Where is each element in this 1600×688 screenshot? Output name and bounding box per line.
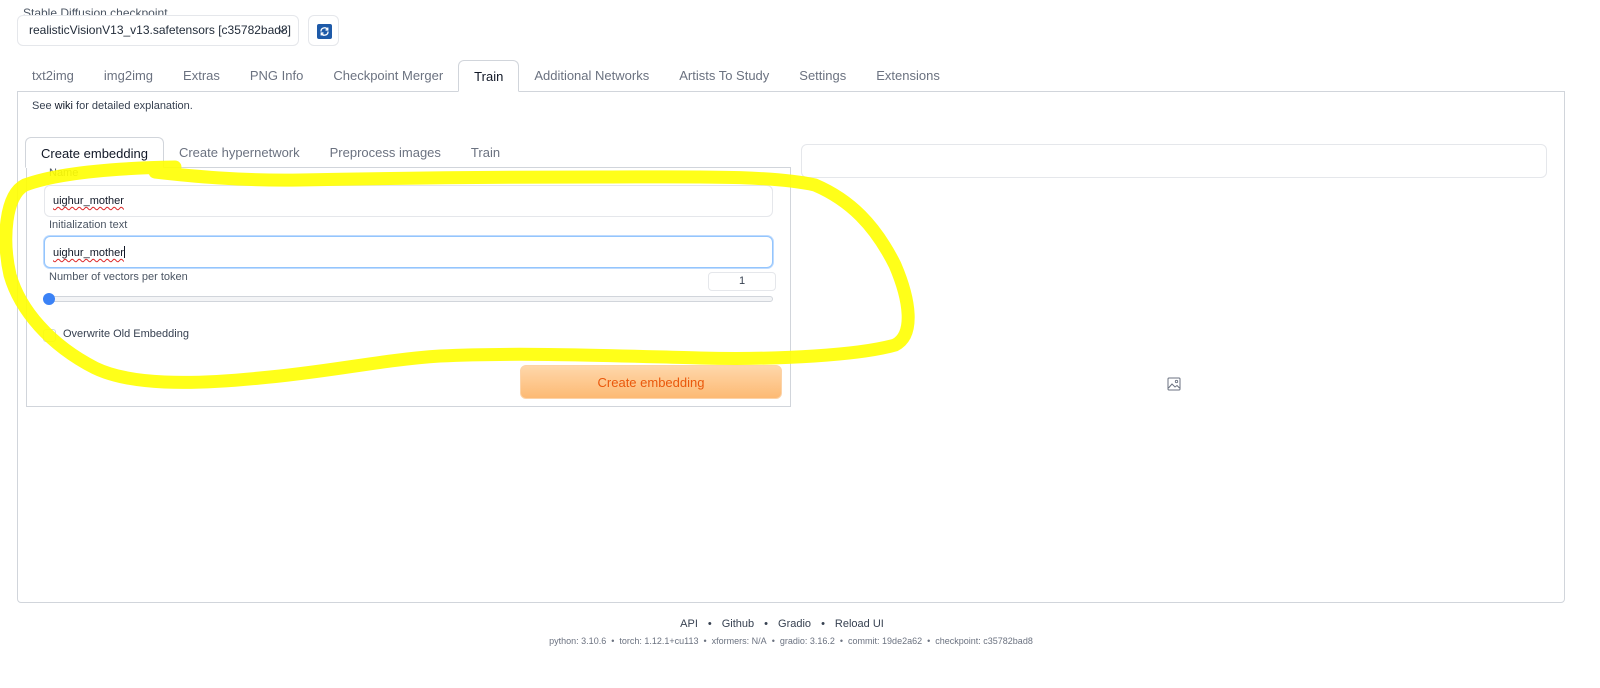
tab-extensions[interactable]: Extensions [861, 60, 955, 92]
wiki-link[interactable]: wiki [55, 100, 73, 112]
footer-links: API • Github • Gradio • Reload UI [0, 618, 1564, 630]
footer-separator: • [821, 618, 825, 630]
tab-preprocess-images[interactable]: Preprocess images [315, 137, 456, 168]
checkpoint-value: realisticVisionV13_v13.safetensors [c357… [29, 23, 291, 37]
gradio-version: gradio: 3.16.2 [779, 636, 835, 646]
tab-create-embedding[interactable]: Create embedding [25, 137, 164, 168]
footer-separator: • [927, 636, 931, 646]
footer-github-link[interactable]: Github [722, 618, 754, 630]
footer-version-info: python: 3.10.6 • torch: 1.12.1+cu113 • xform… [0, 636, 1582, 646]
chevron-down-icon [277, 27, 287, 33]
footer-separator: • [611, 636, 615, 646]
refresh-checkpoint-button[interactable] [308, 15, 339, 46]
tab-img2img[interactable]: img2img [89, 60, 168, 92]
tab-txt2img[interactable]: txt2img [17, 60, 89, 92]
init-text-value: uighur_mother [53, 247, 124, 259]
tab-additional-networks[interactable]: Additional Networks [519, 60, 664, 92]
commit-hash: commit: 19de2a62 [848, 636, 923, 646]
xformers-version: xformers: N/A [711, 636, 767, 646]
tab-settings[interactable]: Settings [784, 60, 861, 92]
tab-png-info[interactable]: PNG Info [235, 60, 318, 92]
footer-separator: • [703, 636, 707, 646]
tab-train[interactable]: Train [458, 60, 520, 92]
name-value: uighur_mother [53, 195, 124, 207]
init-text-label: Initialization text [49, 219, 128, 231]
torch-version: torch: 1.12.1+cu113 [619, 636, 699, 646]
overwrite-checkbox[interactable] [43, 329, 56, 342]
wiki-suffix: for detailed explanation. [72, 100, 193, 112]
footer-gradio-link[interactable]: Gradio [778, 618, 811, 630]
tab-artists-to-study[interactable]: Artists To Study [664, 60, 784, 92]
main-tabs: txt2img img2img Extras PNG Info Checkpoi… [17, 60, 955, 92]
checkpoint-block: Stable Diffusion checkpoint realisticVis… [17, 6, 299, 46]
tab-checkpoint-merger[interactable]: Checkpoint Merger [318, 60, 458, 92]
vectors-number-input[interactable]: 1 [708, 272, 776, 291]
output-text-box [801, 144, 1547, 178]
footer-separator: • [764, 618, 769, 630]
footer-separator: • [707, 618, 712, 630]
vectors-slider-thumb[interactable] [43, 293, 55, 305]
vectors-label: Number of vectors per token [49, 271, 188, 283]
checkpoint-dropdown[interactable]: realisticVisionV13_v13.safetensors [c357… [17, 15, 299, 46]
create-embedding-button[interactable]: Create embedding [520, 365, 782, 399]
tab-train-sub[interactable]: Train [456, 137, 515, 168]
text-caret [123, 246, 125, 258]
wiki-note: See wiki for detailed explanation. [32, 100, 193, 112]
train-sub-tabs: Create embedding Create hypernetwork Pre… [25, 137, 515, 168]
refresh-icon [317, 24, 332, 39]
wiki-prefix: See [32, 100, 55, 112]
tab-create-hypernetwork[interactable]: Create hypernetwork [164, 137, 315, 168]
overwrite-label: Overwrite Old Embedding [63, 328, 189, 340]
footer-api-link[interactable]: API [680, 618, 698, 630]
name-label: Name [49, 167, 79, 179]
python-version: python: 3.10.6 [549, 636, 607, 646]
init-text-input[interactable]: uighur_mother [44, 236, 773, 268]
footer-reload-ui-link[interactable]: Reload UI [835, 618, 884, 630]
name-input[interactable]: uighur_mother [44, 185, 773, 217]
footer-separator: • [839, 636, 844, 646]
image-placeholder-icon [1167, 377, 1181, 391]
footer-separator: • [771, 636, 775, 646]
vectors-slider-track[interactable] [49, 296, 773, 302]
tab-extras[interactable]: Extras [168, 60, 235, 92]
checkpoint-hash: checkpoint: c35782bad8 [935, 636, 1033, 646]
